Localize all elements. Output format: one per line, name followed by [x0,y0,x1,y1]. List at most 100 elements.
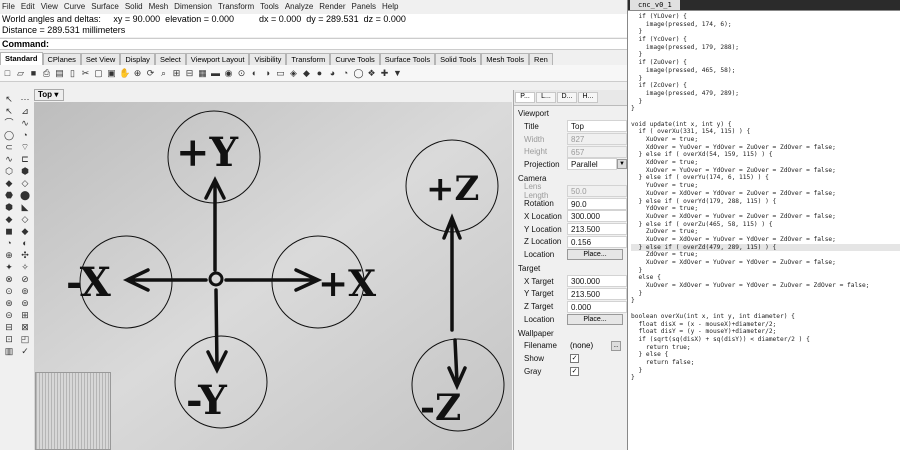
toolbar-icon-22[interactable]: ◈ [288,68,299,79]
tab-display[interactable]: Display [120,53,155,65]
menu-item-render[interactable]: Render [319,2,345,11]
x-target-field[interactable]: 300.000 [567,275,627,288]
sidebar-tool-icon-39[interactable]: ⊠ [17,321,33,333]
toolbar-icon-27[interactable]: ◯ [353,68,364,79]
tab-visibility[interactable]: Visibility [249,53,287,65]
toolbar-icon-9[interactable]: ✋ [119,68,130,79]
sidebar-tool-icon-41[interactable]: ◰ [17,333,33,345]
sidebar-tool-icon-34[interactable]: ⊛ [1,297,17,309]
sidebar-tool-icon-6[interactable]: ◯ [1,129,17,141]
sidebar-tool-icon-7[interactable]: ◔ [17,129,33,141]
tab-display[interactable]: D... [557,92,577,103]
sidebar-tool-icon-31[interactable]: ⊘ [17,273,33,285]
sidebar-tool-icon-33[interactable]: ⊚ [17,285,33,297]
sidebar-tool-icon-42[interactable]: ▥ [1,345,17,357]
menu-item-file[interactable]: File [2,2,15,11]
sidebar-tool-icon-17[interactable]: ⬤ [17,189,33,201]
sidebar-tool-icon-21[interactable]: ◇ [17,213,33,225]
toolbar-icon-20[interactable]: ◑ [262,68,273,79]
sidebar-tool-icon-0[interactable]: ↖ [1,93,17,105]
menu-item-dimension[interactable]: Dimension [174,2,212,11]
toolbar-icon-3[interactable]: ⎙ [41,68,52,79]
sidebar-tool-icon-23[interactable]: ◆ [17,225,33,237]
toolbar-icon-16[interactable]: ▬ [210,68,221,79]
sidebar-tool-icon-11[interactable]: ⊏ [17,153,33,165]
sidebar-tool-icon-4[interactable]: ⌒ [1,117,17,129]
tab-properties[interactable]: P... [515,92,535,103]
toolbar-icon-17[interactable]: ◉ [223,68,234,79]
toolbar-icon-13[interactable]: ⊞ [171,68,182,79]
sidebar-tool-icon-2[interactable]: ↖ [1,105,17,117]
menu-item-mesh[interactable]: Mesh [149,2,169,11]
sidebar-tool-icon-43[interactable]: ✓ [17,345,33,357]
y-target-field[interactable]: 213.500 [567,287,627,300]
chevron-down-icon[interactable]: ▼ [617,159,627,170]
tab-help[interactable]: H... [578,92,598,103]
sidebar-tool-icon-3[interactable]: ⊿ [17,105,33,117]
menu-item-edit[interactable]: Edit [21,2,35,11]
sidebar-tool-icon-29[interactable]: ✧ [17,261,33,273]
toolbar-icon-1[interactable]: ▱ [15,68,26,79]
title-field[interactable]: Top [567,120,627,133]
toolbar-icon-21[interactable]: ▭ [275,68,286,79]
tab-cplanes[interactable]: CPlanes [42,53,81,65]
menu-item-panels[interactable]: Panels [352,2,376,11]
sidebar-tool-icon-16[interactable]: ⬣ [1,189,17,201]
menu-item-tools[interactable]: Tools [260,2,279,11]
toolbar-icon-18[interactable]: ⊙ [236,68,247,79]
command-prompt[interactable]: Command: [0,38,627,50]
toolbar-icon-25[interactable]: ◕ [327,68,338,79]
sidebar-tool-icon-1[interactable]: ⋯ [17,93,33,105]
editor-tab[interactable]: cnc_v0_1 [630,0,680,10]
sidebar-tool-icon-12[interactable]: ⬡ [1,165,17,177]
tab-standard[interactable]: Standard [0,52,43,65]
sidebar-tool-icon-5[interactable]: ∿ [17,117,33,129]
tab-curve-tools[interactable]: Curve Tools [330,53,380,65]
toolbar-icon-23[interactable]: ◆ [301,68,312,79]
toolbar-icon-28[interactable]: ❖ [366,68,377,79]
viewport-dropdown-icon[interactable]: ▾ [54,90,58,99]
toolbar-icon-8[interactable]: ▣ [106,68,117,79]
viewport-tab[interactable]: Top ▾ [34,89,64,101]
toolbar-icon-19[interactable]: ◐ [249,68,260,79]
sidebar-tool-icon-30[interactable]: ⊗ [1,273,17,285]
sidebar-tool-icon-24[interactable]: ◔ [1,237,17,249]
sidebar-tool-icon-37[interactable]: ⊞ [17,309,33,321]
rotation-field[interactable]: 90.0 [567,197,627,210]
y-location-field[interactable]: 213.500 [567,223,627,236]
toolbar-icon-4[interactable]: ▤ [54,68,65,79]
sidebar-tool-icon-22[interactable]: ◼ [1,225,17,237]
sidebar-tool-icon-25[interactable]: ◐ [17,237,33,249]
toolbar-icon-29[interactable]: ✚ [379,68,390,79]
tab-set-view[interactable]: Set View [80,53,121,65]
sidebar-tool-icon-18[interactable]: ⬢ [1,201,17,213]
menu-item-transform[interactable]: Transform [218,2,254,11]
sidebar-tool-icon-40[interactable]: ⊡ [1,333,17,345]
toolbar-icon-14[interactable]: ⊟ [184,68,195,79]
sidebar-tool-icon-26[interactable]: ⊕ [1,249,17,261]
target-place-button[interactable]: Place... [567,313,623,325]
z-location-field[interactable]: 0.156 [567,235,627,248]
show-checkbox[interactable]: ✓ [570,354,579,364]
tab-surface-tools[interactable]: Surface Tools [379,53,436,65]
toolbar-icon-10[interactable]: ⊕ [132,68,143,79]
menu-item-analyze[interactable]: Analyze [285,2,313,11]
camera-place-button[interactable]: Place... [567,249,623,261]
toolbar-icon-12[interactable]: ⌕ [158,68,169,79]
sidebar-tool-icon-14[interactable]: ◆ [1,177,17,189]
projection-select[interactable]: Parallel [567,158,617,171]
sidebar-tool-icon-28[interactable]: ✦ [1,261,17,273]
toolbar-icon-11[interactable]: ⟳ [145,68,156,79]
menu-item-solid[interactable]: Solid [125,2,143,11]
tab-transform[interactable]: Transform [286,53,331,65]
sidebar-tool-icon-9[interactable]: ⌔ [17,141,33,153]
menu-item-curve[interactable]: Curve [64,2,85,11]
gray-checkbox[interactable]: ✓ [570,366,579,376]
z-target-field[interactable]: 0.000 [567,300,627,313]
menu-item-surface[interactable]: Surface [91,2,119,11]
sidebar-tool-icon-27[interactable]: ✣ [17,249,33,261]
x-location-field[interactable]: 300.000 [567,210,627,223]
menu-item-view[interactable]: View [41,2,58,11]
code-editor[interactable]: if (YLOver) { image(pressed, 174, 6); } … [631,13,900,382]
toolbar-icon-6[interactable]: ✂ [80,68,91,79]
